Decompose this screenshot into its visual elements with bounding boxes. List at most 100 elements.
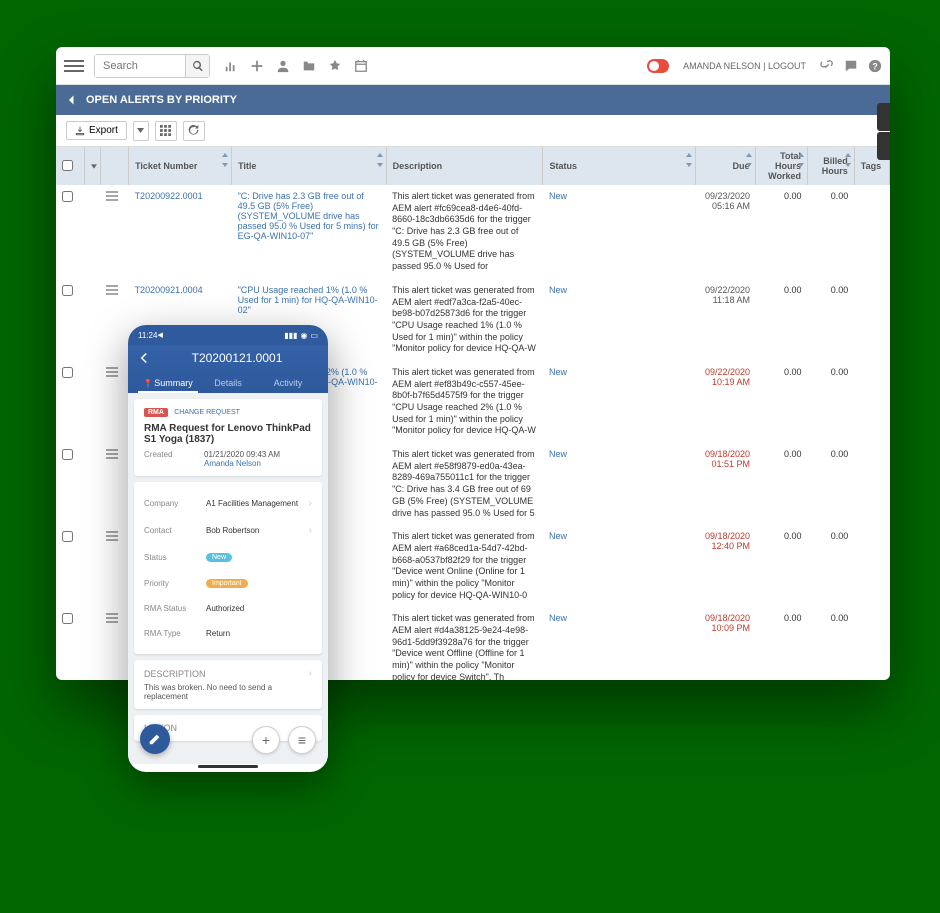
col-ticket[interactable]: Ticket Number [129, 147, 232, 185]
row-checkbox[interactable] [62, 531, 73, 542]
status-link[interactable]: New [549, 191, 567, 201]
top-icon-group [224, 59, 368, 73]
user-label[interactable]: AMANDA NELSON | LOGOUT [683, 61, 806, 71]
ticket-link[interactable]: T20200922.0001 [135, 191, 203, 201]
due-cell: 09/22/202010:19 AM [695, 361, 756, 443]
title-link[interactable]: "CPU Usage reached 1% (1.0 % Used for 1 … [238, 285, 378, 315]
status-link[interactable]: New [549, 285, 567, 295]
side-tab-strip[interactable] [877, 103, 890, 161]
export-label: Export [89, 125, 118, 136]
drag-handle-icon[interactable] [100, 525, 128, 607]
chevron-right-icon: › [309, 668, 312, 679]
grid-view-button[interactable] [155, 121, 177, 141]
col-description[interactable]: Description [386, 147, 543, 185]
location-icon: ◀ [157, 331, 162, 339]
col-status[interactable]: Status [543, 147, 695, 185]
bar-chart-icon[interactable] [224, 59, 238, 73]
export-button[interactable]: Export [66, 121, 127, 140]
select-all-checkbox[interactable] [62, 160, 73, 171]
drag-handle-icon[interactable] [100, 443, 128, 525]
total-hours-cell: 0.00 [756, 443, 808, 525]
status-link[interactable]: New [549, 449, 567, 459]
billed-hours-cell: 0.00 [807, 607, 854, 680]
created-label: Created [144, 450, 204, 459]
calendar-icon[interactable] [354, 59, 368, 73]
tab-activity[interactable]: Activity [258, 373, 318, 393]
col-total-hours[interactable]: Total Hours Worked [756, 147, 808, 185]
total-hours-cell: 0.00 [756, 607, 808, 680]
kv-company[interactable]: CompanyA1 Facilities Management› [144, 490, 312, 517]
star-icon[interactable] [328, 59, 342, 73]
drag-handle-icon[interactable] [100, 607, 128, 680]
link-icon[interactable] [820, 59, 834, 73]
status-toggle[interactable] [647, 59, 669, 73]
back-arrow-icon[interactable] [66, 94, 78, 106]
kv-rma-status[interactable]: RMA StatusAuthorized [144, 596, 312, 621]
edit-fab[interactable] [140, 724, 170, 754]
row-checkbox[interactable] [62, 285, 73, 296]
billed-hours-cell: 0.00 [807, 525, 854, 607]
battery-icon: ▭ [310, 331, 318, 340]
pencil-icon [148, 732, 162, 746]
mobile-time: 11:24 [138, 331, 157, 340]
drag-handle-icon[interactable] [100, 361, 128, 443]
pin-icon: 📍 [143, 379, 153, 388]
refresh-button[interactable] [183, 121, 205, 141]
total-hours-cell: 0.00 [756, 185, 808, 279]
description-card[interactable]: DESCRIPTION› This was broken. No need to… [134, 660, 322, 709]
total-hours-cell: 0.00 [756, 525, 808, 607]
status-link[interactable]: New [549, 367, 567, 377]
ticket-link[interactable]: T20200921.0004 [135, 285, 203, 295]
tab-details[interactable]: Details [198, 373, 258, 393]
priority-pill: Important [206, 579, 248, 588]
help-icon[interactable]: ? [868, 59, 882, 73]
status-link[interactable]: New [549, 613, 567, 623]
mobile-back-icon[interactable] [138, 352, 150, 364]
chevron-right-icon: › [309, 498, 312, 509]
col-billed-hours[interactable]: Billed Hours [807, 147, 854, 185]
drag-handle-icon[interactable] [100, 279, 128, 361]
search-button[interactable] [185, 55, 209, 77]
kv-rma-type[interactable]: RMA TypeReturn [144, 621, 312, 646]
drag-handle-icon[interactable] [100, 185, 128, 279]
home-indicator [198, 765, 258, 768]
search-input[interactable] [95, 55, 185, 77]
description-text: This alert ticket was generated from AEM… [392, 367, 536, 435]
svg-text:?: ? [872, 61, 877, 71]
export-dropdown[interactable] [133, 121, 149, 141]
kv-contact[interactable]: ContactBob Robertson› [144, 517, 312, 544]
created-by[interactable]: Amanda Nelson [204, 459, 261, 468]
billed-hours-cell: 0.00 [807, 279, 854, 361]
tab-summary[interactable]: 📍Summary [138, 373, 198, 393]
folder-icon[interactable] [302, 59, 316, 73]
due-cell: 09/18/202001:51 PM [695, 443, 756, 525]
mobile-status-bar: 11:24 ◀ ▮▮▮◉▭ [128, 325, 328, 345]
status-pill: New [206, 553, 232, 562]
row-checkbox[interactable] [62, 367, 73, 378]
user-icon[interactable] [276, 59, 290, 73]
add-button[interactable]: + [252, 726, 280, 754]
signal-icon: ▮▮▮ [284, 331, 297, 340]
change-request-label: CHANGE REQUEST [174, 409, 240, 416]
row-checkbox[interactable] [62, 191, 73, 202]
col-due[interactable]: Due [695, 147, 756, 185]
menu-icon[interactable] [64, 56, 84, 76]
search-icon [192, 60, 204, 72]
caret-down-icon [137, 128, 144, 133]
row-checkbox[interactable] [62, 449, 73, 460]
mobile-header: T20200121.0001 📍Summary Details Activity [128, 345, 328, 393]
kv-status[interactable]: StatusNew [144, 544, 312, 570]
row-checkbox[interactable] [62, 613, 73, 624]
chat-icon[interactable] [844, 59, 858, 73]
status-link[interactable]: New [549, 531, 567, 541]
kv-priority[interactable]: PriorityImportant [144, 570, 312, 596]
toolbar: Export [56, 115, 890, 147]
chevron-right-icon: › [309, 525, 312, 536]
more-button[interactable]: ≡ [288, 726, 316, 754]
col-title[interactable]: Title [232, 147, 387, 185]
description-text: This alert ticket was generated from AEM… [392, 191, 535, 271]
column-config-icon[interactable] [91, 164, 97, 169]
title-link[interactable]: "C: Drive has 2.3 GB free out of 49.5 GB… [238, 191, 379, 241]
billed-hours-cell: 0.00 [807, 361, 854, 443]
plus-icon[interactable] [250, 59, 264, 73]
